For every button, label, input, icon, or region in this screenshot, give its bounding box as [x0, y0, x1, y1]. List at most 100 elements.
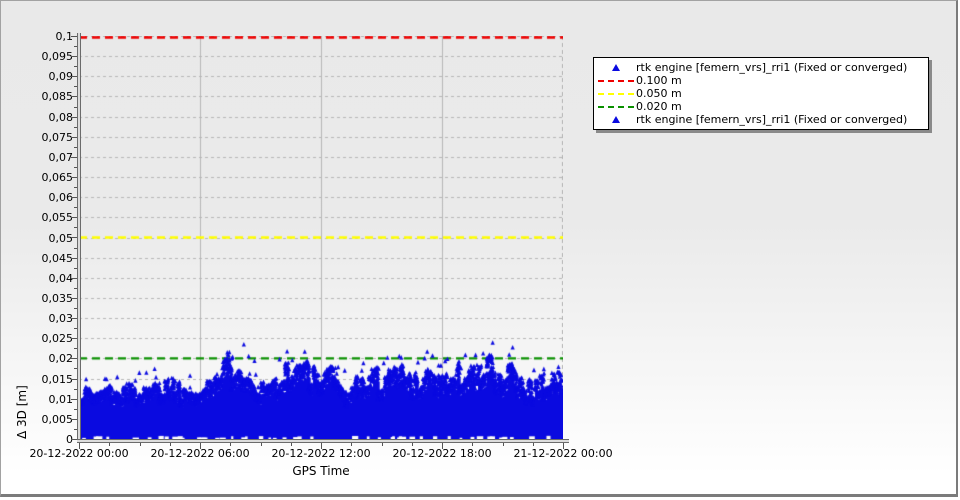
triangle-marker-icon	[596, 116, 636, 123]
y-tick	[71, 237, 77, 238]
y-tick-label: 0,01	[23, 393, 73, 406]
y-tick	[74, 429, 77, 430]
x-tick	[140, 443, 141, 446]
legend-entry: 0.020 m	[596, 100, 924, 113]
y-tick	[74, 227, 77, 228]
y-axis-line	[77, 33, 81, 441]
y-tick	[71, 137, 77, 138]
y-tick	[71, 318, 77, 319]
dash-line-icon	[596, 106, 636, 108]
y-tick	[71, 358, 77, 359]
dash-line-icon	[596, 93, 636, 95]
legend-entry-label: 0.020 m	[636, 100, 682, 113]
legend-entry-label: 0.100 m	[636, 74, 682, 87]
y-tick-label: 0,04	[23, 272, 73, 285]
y-tick	[71, 439, 77, 440]
legend-entry: 0.100 m	[596, 74, 924, 87]
y-tick-label: 0,08	[23, 111, 73, 124]
y-tick-label: 0,005	[23, 413, 73, 426]
y-tick-label: 0,1	[23, 30, 73, 43]
legend-entry-label: 0.050 m	[636, 87, 682, 100]
legend-entry: rtk engine [femern_vrs]_rri1 (Fixed or c…	[596, 113, 924, 126]
x-tick	[109, 443, 110, 446]
y-tick	[74, 86, 77, 87]
legend-entry: 0.050 m	[596, 87, 924, 100]
y-tick-label: 0,065	[23, 171, 73, 184]
y-tick	[74, 127, 77, 128]
y-tick-label: 0,03	[23, 312, 73, 325]
y-tick	[74, 308, 77, 309]
y-tick	[71, 56, 77, 57]
dash-line-icon	[598, 106, 634, 108]
y-tick-label: 0,075	[23, 131, 73, 144]
y-tick	[71, 379, 77, 380]
legend-entry-label: rtk engine [femern_vrs]_rri1 (Fixed or c…	[636, 61, 907, 74]
y-tick	[74, 248, 77, 249]
y-tick	[74, 66, 77, 67]
x-tick	[563, 443, 564, 449]
legend-entry: rtk engine [femern_vrs]_rri1 (Fixed or c…	[596, 61, 924, 74]
x-tick	[412, 443, 413, 446]
y-tick	[74, 268, 77, 269]
dash-line-icon	[596, 80, 636, 82]
y-tick-label: 0,085	[23, 90, 73, 103]
y-tick	[74, 46, 77, 47]
y-axis-title: Δ 3D [m]	[15, 36, 29, 439]
y-tick	[74, 389, 77, 390]
triangle-marker-icon	[596, 64, 636, 71]
x-axis-title: GPS Time	[79, 464, 563, 478]
chart-window: 0 0,005 0,01 0,015 0,02 0,025 0,03 0,035 0,04 0,0…	[0, 0, 958, 497]
y-tick-label: 0,09	[23, 70, 73, 83]
y-tick	[74, 288, 77, 289]
legend: rtk engine [femern_vrs]_rri1 (Fixed or c…	[593, 57, 929, 130]
y-tick	[74, 348, 77, 349]
y-tick	[74, 368, 77, 369]
x-tick	[170, 443, 171, 446]
x-tick	[442, 443, 443, 449]
dash-line-icon	[598, 93, 634, 95]
y-tick	[71, 338, 77, 339]
x-tick	[382, 443, 383, 446]
y-tick-label: 0,06	[23, 191, 73, 204]
y-tick-label: 0,015	[23, 373, 73, 386]
y-tick	[71, 298, 77, 299]
x-tick	[79, 443, 80, 449]
x-axis-line	[77, 439, 569, 443]
y-tick-label: 0,02	[23, 352, 73, 365]
y-tick	[74, 147, 77, 148]
y-tick	[71, 419, 77, 420]
y-tick	[74, 167, 77, 168]
triangle-marker-icon	[612, 116, 620, 123]
x-tick	[200, 443, 201, 449]
y-tick	[74, 409, 77, 410]
x-tick	[261, 443, 262, 446]
y-tick	[74, 187, 77, 188]
y-tick	[71, 76, 77, 77]
y-tick	[71, 399, 77, 400]
y-tick-label: 0,025	[23, 332, 73, 345]
y-tick	[71, 177, 77, 178]
x-tick	[291, 443, 292, 446]
y-tick-label: 0,035	[23, 292, 73, 305]
y-tick	[71, 258, 77, 259]
y-tick	[71, 197, 77, 198]
y-tick	[71, 157, 77, 158]
y-tick-label: 0	[23, 433, 73, 446]
x-tick	[321, 443, 322, 449]
y-tick	[74, 207, 77, 208]
y-tick	[74, 107, 77, 108]
plot-canvas[interactable]	[79, 36, 563, 439]
legend-entry-label: rtk engine [femern_vrs]_rri1 (Fixed or c…	[636, 113, 907, 126]
x-tick	[351, 443, 352, 446]
y-tick-label: 0,05	[23, 232, 73, 245]
y-tick-label: 0,045	[23, 252, 73, 265]
y-tick	[71, 278, 77, 279]
x-tick	[533, 443, 534, 446]
x-tick	[472, 443, 473, 446]
x-tick	[230, 443, 231, 446]
triangle-marker-icon	[612, 64, 620, 71]
x-tick	[503, 443, 504, 446]
y-tick	[71, 217, 77, 218]
y-tick-label: 0,055	[23, 211, 73, 224]
y-tick	[71, 96, 77, 97]
